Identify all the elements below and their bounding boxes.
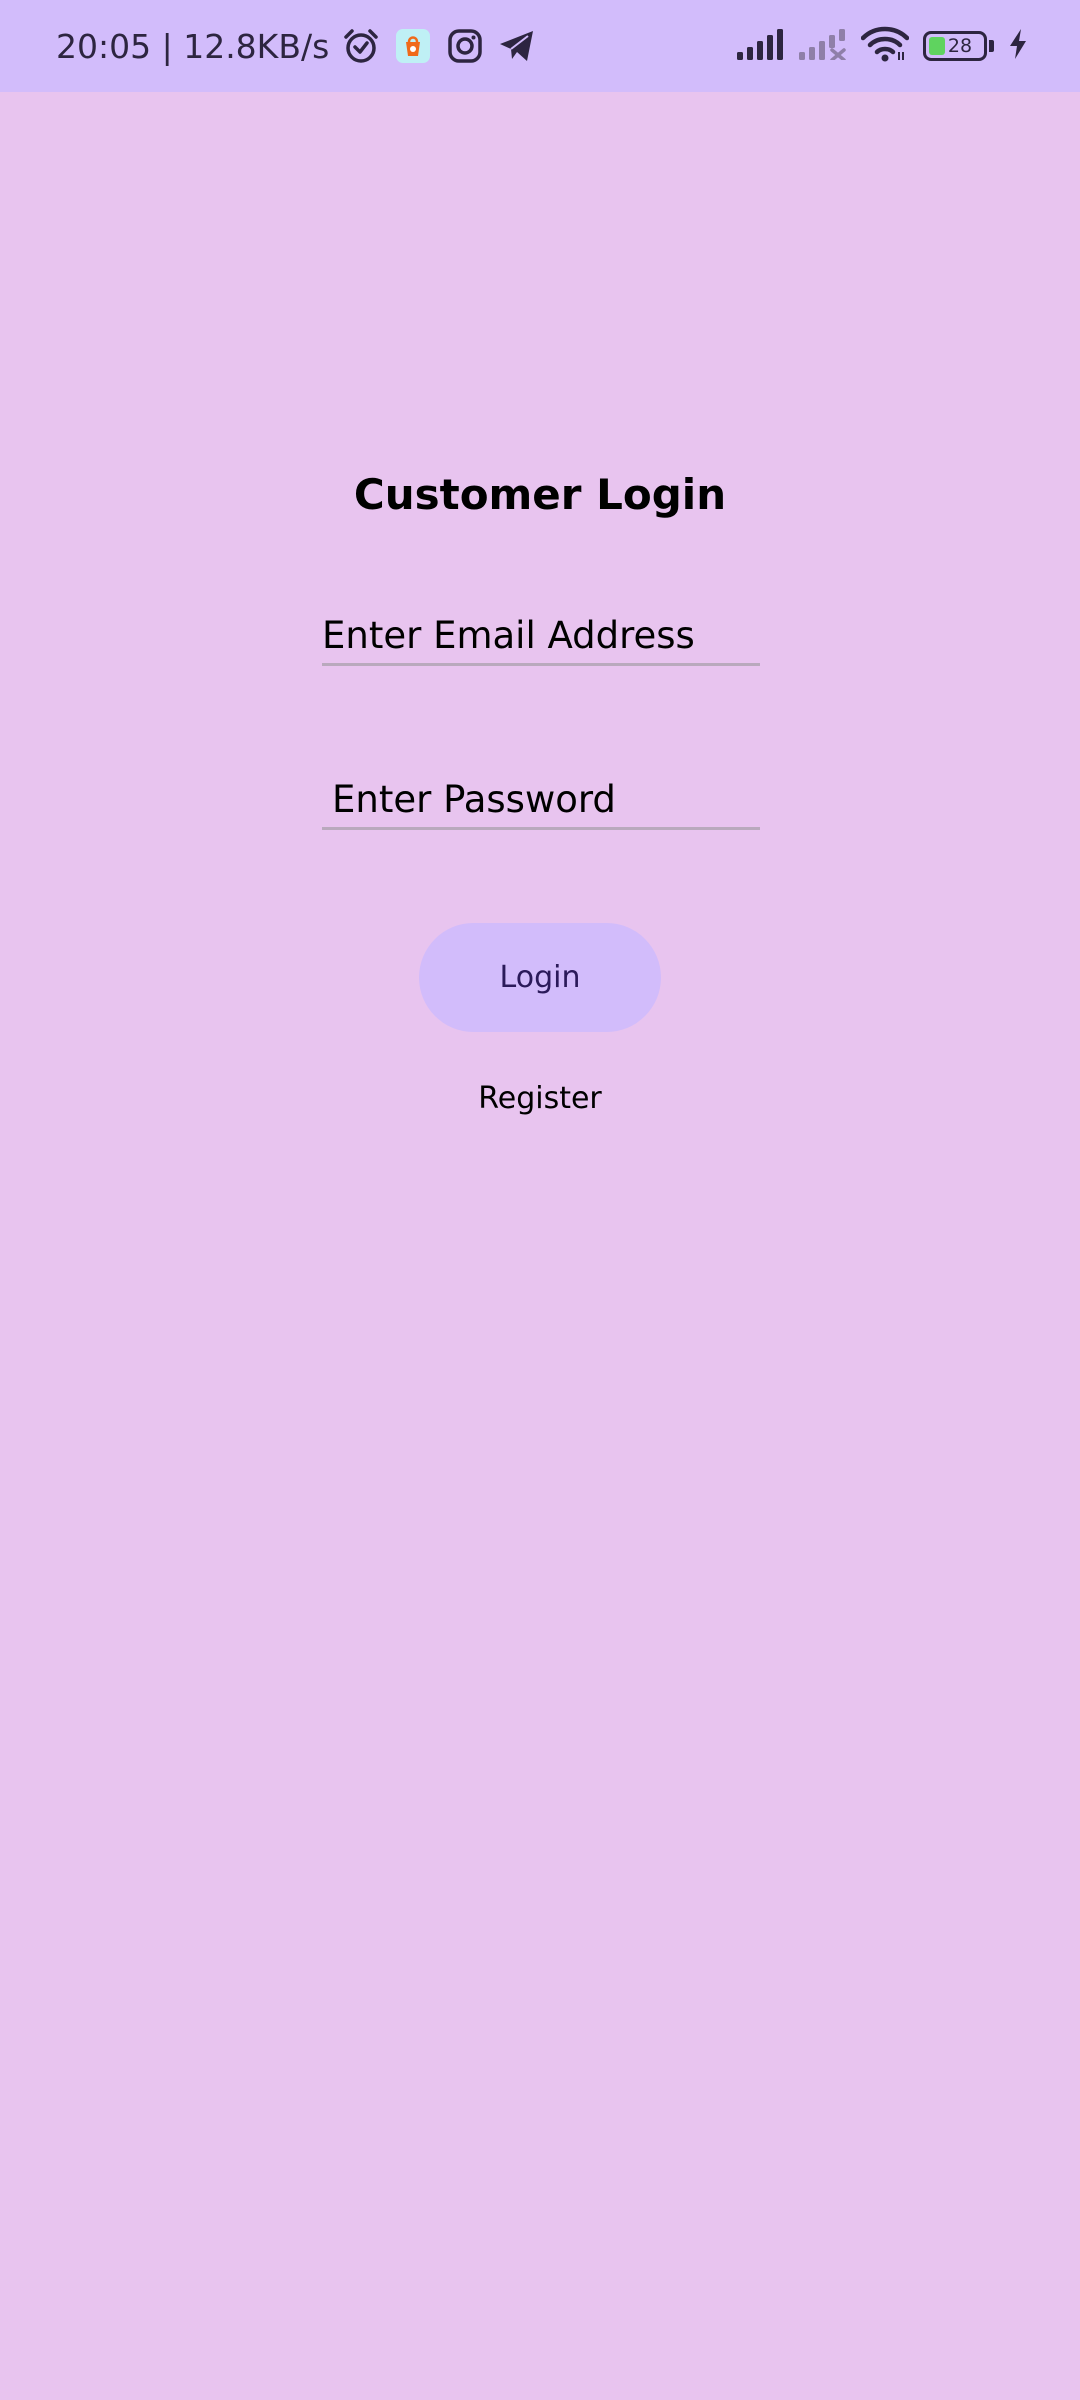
email-input[interactable] xyxy=(322,614,760,663)
battery-nub xyxy=(989,40,994,52)
shopping-app-icon xyxy=(393,26,433,66)
page-title: Customer Login xyxy=(353,470,727,519)
password-input[interactable] xyxy=(322,778,770,827)
password-field xyxy=(322,778,770,830)
register-link[interactable]: Register xyxy=(0,1081,1080,1116)
signal-icon xyxy=(737,28,785,64)
status-right: 28 xyxy=(737,0,1028,92)
battery-level: 28 xyxy=(947,35,973,57)
status-left: 20:05 | 12.8KB/s xyxy=(56,0,537,92)
charging-icon xyxy=(1008,28,1028,64)
status-time-speed: 20:05 | 12.8KB/s xyxy=(56,26,330,66)
telegram-icon xyxy=(497,26,537,66)
alarm-icon xyxy=(341,26,381,66)
status-bar: 20:05 | 12.8KB/s 28 xyxy=(0,0,1080,92)
email-field xyxy=(322,614,760,666)
login-button[interactable]: Login xyxy=(419,923,661,1032)
instagram-icon xyxy=(445,26,485,66)
signal-no-service-icon xyxy=(799,28,847,64)
battery-icon: 28 xyxy=(923,31,987,61)
wifi-icon xyxy=(860,26,910,66)
